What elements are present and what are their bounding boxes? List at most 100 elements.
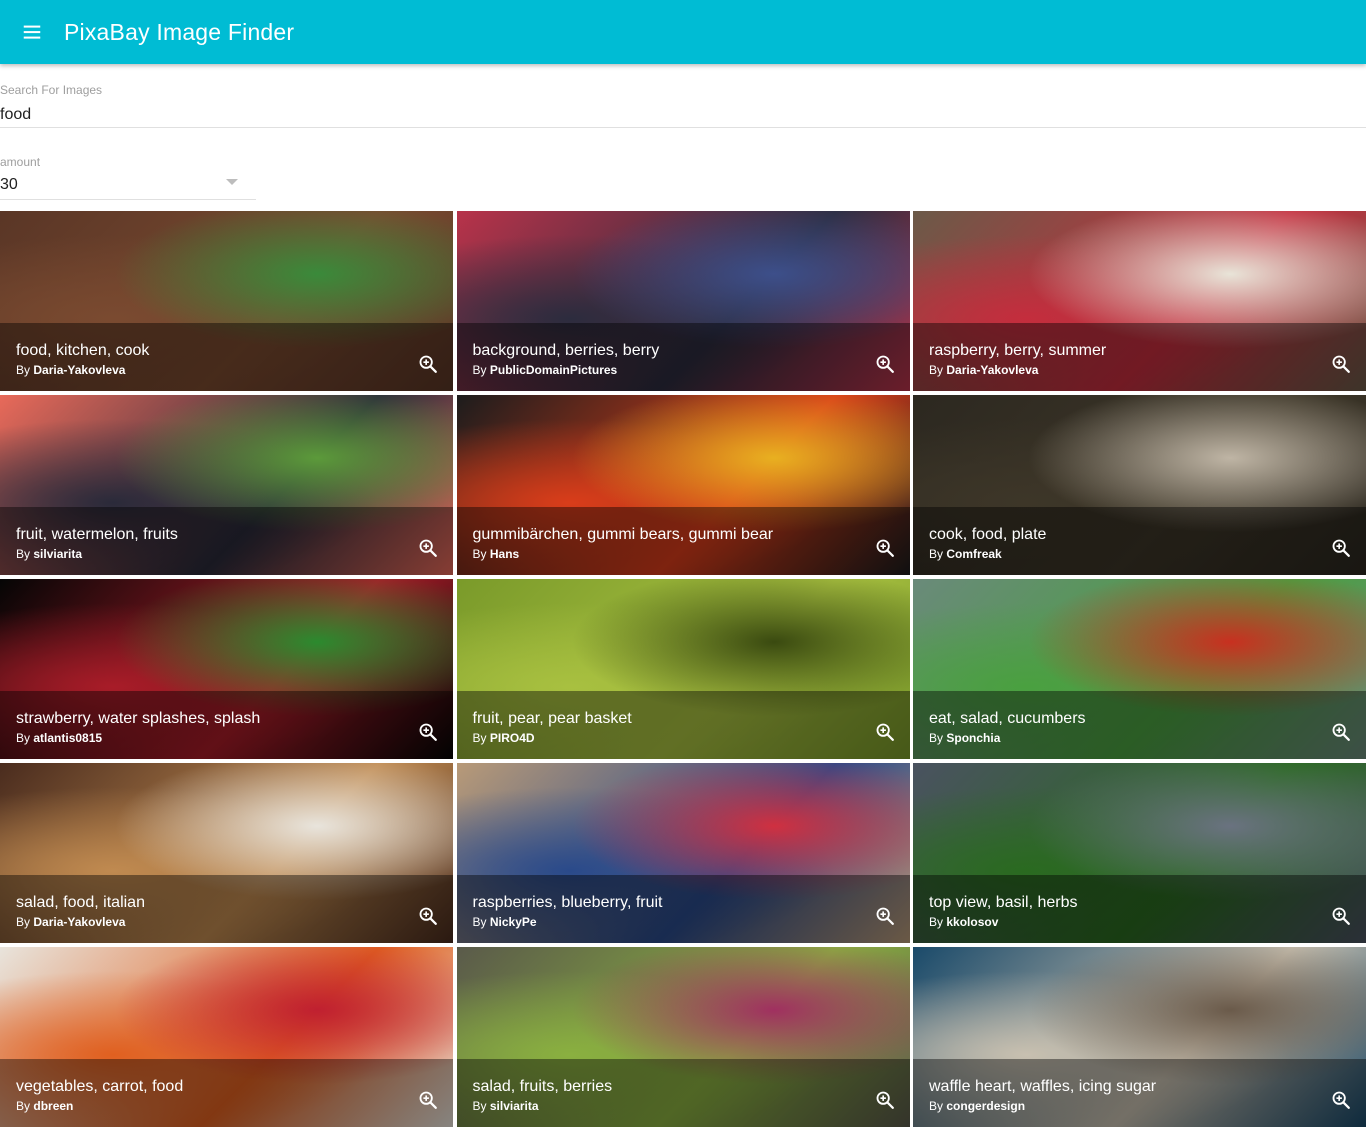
tile-tags: top view, basil, herbs xyxy=(929,894,1078,911)
image-tile[interactable]: salad, food, italian By Daria-Yakovleva xyxy=(0,763,453,943)
image-tile[interactable]: gummibärchen, gummi bears, gummi bear By … xyxy=(456,395,910,575)
image-tile[interactable]: fruit, pear, pear basket By PIRO4D xyxy=(456,579,910,759)
tile-author: By Comfreak xyxy=(929,547,1002,561)
search-field: Search For Images xyxy=(0,64,1366,128)
tile-tags: background, berries, berry xyxy=(472,342,660,359)
zoom-button[interactable] xyxy=(872,535,898,561)
amount-value: 30 xyxy=(0,176,18,193)
zoom-button[interactable] xyxy=(872,903,898,929)
tile-tags: vegetables, carrot, food xyxy=(16,1078,184,1095)
hamburger-menu-icon xyxy=(23,25,41,39)
tile-tags: gummibärchen, gummi bears, gummi bear xyxy=(472,526,774,543)
image-tile[interactable]: fruit, watermelon, fruits By silviarita xyxy=(0,395,453,575)
tile-author-name: silviarita xyxy=(489,1099,539,1113)
tile-author-prefix: By xyxy=(16,915,31,929)
tile-caption-bar: salad, fruits, berries By silviarita xyxy=(456,1059,910,1127)
zoom-in-icon xyxy=(1332,539,1350,557)
tile-author-name: dbreen xyxy=(33,1099,74,1113)
zoom-button[interactable] xyxy=(415,1087,441,1113)
tile-author: By silviarita xyxy=(16,547,82,561)
zoom-button[interactable] xyxy=(1328,719,1354,745)
tile-caption-bar: food, kitchen, cook By Daria-Yakovleva xyxy=(0,323,453,391)
image-tile[interactable]: salad, fruits, berries By silviarita xyxy=(456,947,910,1127)
zoom-button[interactable] xyxy=(415,351,441,377)
tile-author: By Hans xyxy=(473,547,520,561)
image-tile[interactable]: cook, food, plate By Comfreak xyxy=(913,395,1366,575)
tile-caption-bar: vegetables, carrot, food By dbreen xyxy=(0,1059,453,1127)
tile-caption-bar: waffle heart, waffles, icing sugar By con… xyxy=(913,1059,1366,1127)
tile-tags: salad, fruits, berries xyxy=(472,1078,613,1095)
image-tile[interactable]: waffle heart, waffles, icing sugar By con… xyxy=(913,947,1366,1127)
app-title: PixaBay Image Finder xyxy=(64,18,295,45)
tile-tags: salad, food, italian xyxy=(16,894,145,911)
tile-author-prefix: By xyxy=(472,363,487,377)
zoom-in-icon xyxy=(876,723,894,741)
zoom-button[interactable] xyxy=(415,719,441,745)
zoom-in-icon xyxy=(419,723,437,741)
tile-caption-bar: cook, food, plate By Comfreak xyxy=(913,507,1366,575)
tile-author: By dbreen xyxy=(16,1099,73,1113)
tile-author: By silviarita xyxy=(473,1099,539,1113)
search-label: Search For Images xyxy=(0,83,103,97)
tile-author: By Sponchia xyxy=(929,731,1000,745)
zoom-button[interactable] xyxy=(1328,535,1354,561)
image-tile[interactable]: strawberry, water splashes, splash By atl… xyxy=(0,579,453,759)
image-tile[interactable]: raspberry, berry, summer By Daria-Yakovle… xyxy=(913,211,1366,391)
amount-select[interactable]: amount 30 xyxy=(0,136,256,200)
menu-button[interactable] xyxy=(0,0,64,64)
tile-author-prefix: By xyxy=(472,547,487,561)
zoom-in-icon xyxy=(419,907,437,925)
tile-caption-bar: salad, food, italian By Daria-Yakovleva xyxy=(0,875,453,943)
tile-author: By Daria-Yakovleva xyxy=(16,915,125,929)
tile-author-prefix: By xyxy=(929,915,944,929)
tile-caption-bar: top view, basil, herbs By kkolosov xyxy=(913,875,1366,943)
dropdown-arrow-icon[interactable] xyxy=(226,179,238,185)
zoom-in-icon xyxy=(1332,1091,1350,1109)
image-tile[interactable]: background, berries, berry By PublicDomai… xyxy=(456,211,910,391)
zoom-button[interactable] xyxy=(1328,903,1354,929)
zoom-in-icon xyxy=(876,539,894,557)
zoom-button[interactable] xyxy=(415,903,441,929)
zoom-in-icon xyxy=(1332,355,1350,373)
image-tile[interactable]: eat, salad, cucumbers By Sponchia xyxy=(913,579,1366,759)
tile-author: By Daria-Yakovleva xyxy=(929,363,1038,377)
image-tile[interactable]: vegetables, carrot, food By dbreen xyxy=(0,947,453,1127)
tile-tags: food, kitchen, cook xyxy=(16,342,150,359)
amount-label: amount xyxy=(0,155,41,169)
image-tile[interactable]: top view, basil, herbs By kkolosov xyxy=(913,763,1366,943)
tile-caption-bar: fruit, pear, pear basket By PIRO4D xyxy=(456,691,910,759)
zoom-in-icon xyxy=(419,1091,437,1109)
tile-author-prefix: By xyxy=(472,731,487,745)
zoom-button[interactable] xyxy=(1328,351,1354,377)
search-input[interactable] xyxy=(0,104,1366,126)
tile-author: By kkolosov xyxy=(929,915,998,929)
zoom-button[interactable] xyxy=(872,1087,898,1113)
tile-tags: waffle heart, waffles, icing sugar xyxy=(929,1078,1157,1095)
zoom-button[interactable] xyxy=(1328,1087,1354,1113)
zoom-button[interactable] xyxy=(415,535,441,561)
tile-caption-bar: eat, salad, cucumbers By Sponchia xyxy=(913,691,1366,759)
tile-author: By NickyPe xyxy=(473,915,537,929)
tile-author-prefix: By xyxy=(16,547,31,561)
zoom-button[interactable] xyxy=(872,351,898,377)
tile-author-name: Comfreak xyxy=(946,547,1002,561)
zoom-button[interactable] xyxy=(872,719,898,745)
tile-tags: eat, salad, cucumbers xyxy=(929,710,1086,727)
tile-author-name: congerdesign xyxy=(946,1099,1026,1113)
tile-author-prefix: By xyxy=(16,363,31,377)
tile-caption-bar: strawberry, water splashes, splash By atl… xyxy=(0,691,453,759)
zoom-in-icon xyxy=(1332,907,1350,925)
tile-author-name: PublicDomainPictures xyxy=(489,363,618,377)
tile-caption-bar: gummibärchen, gummi bears, gummi bear By … xyxy=(456,507,910,575)
tile-author: By Daria-Yakovleva xyxy=(16,363,125,377)
tile-author-prefix: By xyxy=(16,1099,31,1113)
tile-author-name: kkolosov xyxy=(946,915,999,929)
tile-author: By PIRO4D xyxy=(473,731,535,745)
tile-author-name: atlantis0815 xyxy=(33,731,103,745)
tile-tags: fruit, pear, pear basket xyxy=(472,710,632,727)
tile-tags: fruit, watermelon, fruits xyxy=(16,526,178,543)
image-tile[interactable]: raspberries, blueberry, fruit By NickyPe xyxy=(456,763,910,943)
tile-author-prefix: By xyxy=(929,731,944,745)
image-tile[interactable]: food, kitchen, cook By Daria-Yakovleva xyxy=(0,211,453,391)
tile-author-name: Daria-Yakovleva xyxy=(33,915,126,929)
